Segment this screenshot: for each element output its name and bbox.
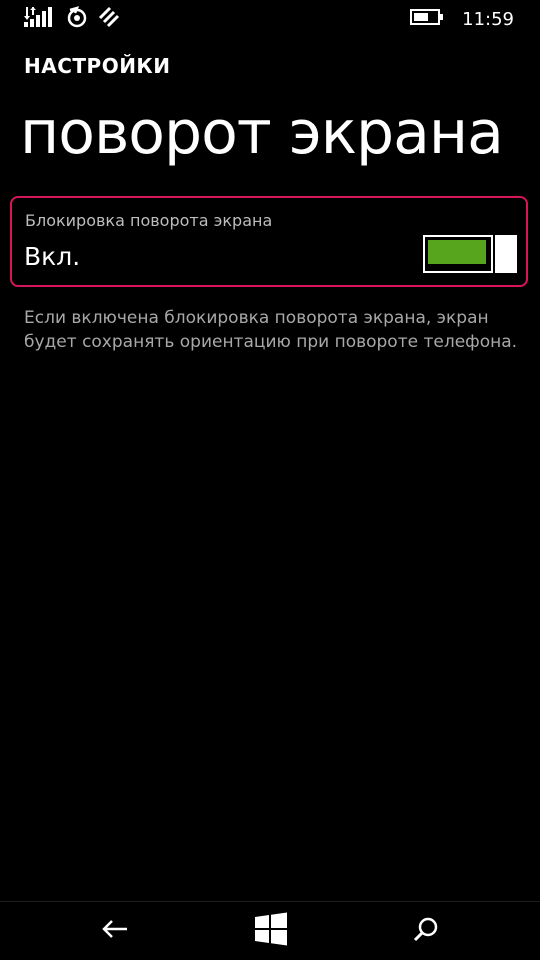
windows-icon <box>254 912 288 950</box>
status-bar: 11:59 <box>0 0 540 38</box>
rotation-lock-setting[interactable]: Блокировка поворота экрана Вкл. <box>10 196 528 287</box>
start-button[interactable] <box>241 902 301 960</box>
status-left-icons <box>24 6 120 32</box>
setting-label: Блокировка поворота экрана <box>25 211 273 230</box>
toggle-fill <box>428 240 486 264</box>
search-icon <box>413 916 439 946</box>
signal-icon <box>24 7 56 31</box>
search-button[interactable] <box>396 902 456 960</box>
page-title: поворот экрана <box>20 98 504 168</box>
status-right: 11:59 <box>410 6 514 32</box>
rotation-lock-toggle[interactable] <box>423 235 517 273</box>
battery-icon <box>410 9 444 29</box>
navigation-bar <box>0 901 540 960</box>
data-saver-icon <box>66 6 88 32</box>
wifi-icon <box>98 6 120 32</box>
toggle-thumb[interactable] <box>495 235 517 273</box>
status-time: 11:59 <box>462 8 514 30</box>
setting-description: Если включена блокировка поворота экрана… <box>24 308 518 352</box>
back-arrow-icon <box>101 918 129 944</box>
setting-value: Вкл. <box>24 242 81 271</box>
app-title: НАСТРОЙКИ <box>24 54 171 78</box>
back-button[interactable] <box>85 902 145 960</box>
